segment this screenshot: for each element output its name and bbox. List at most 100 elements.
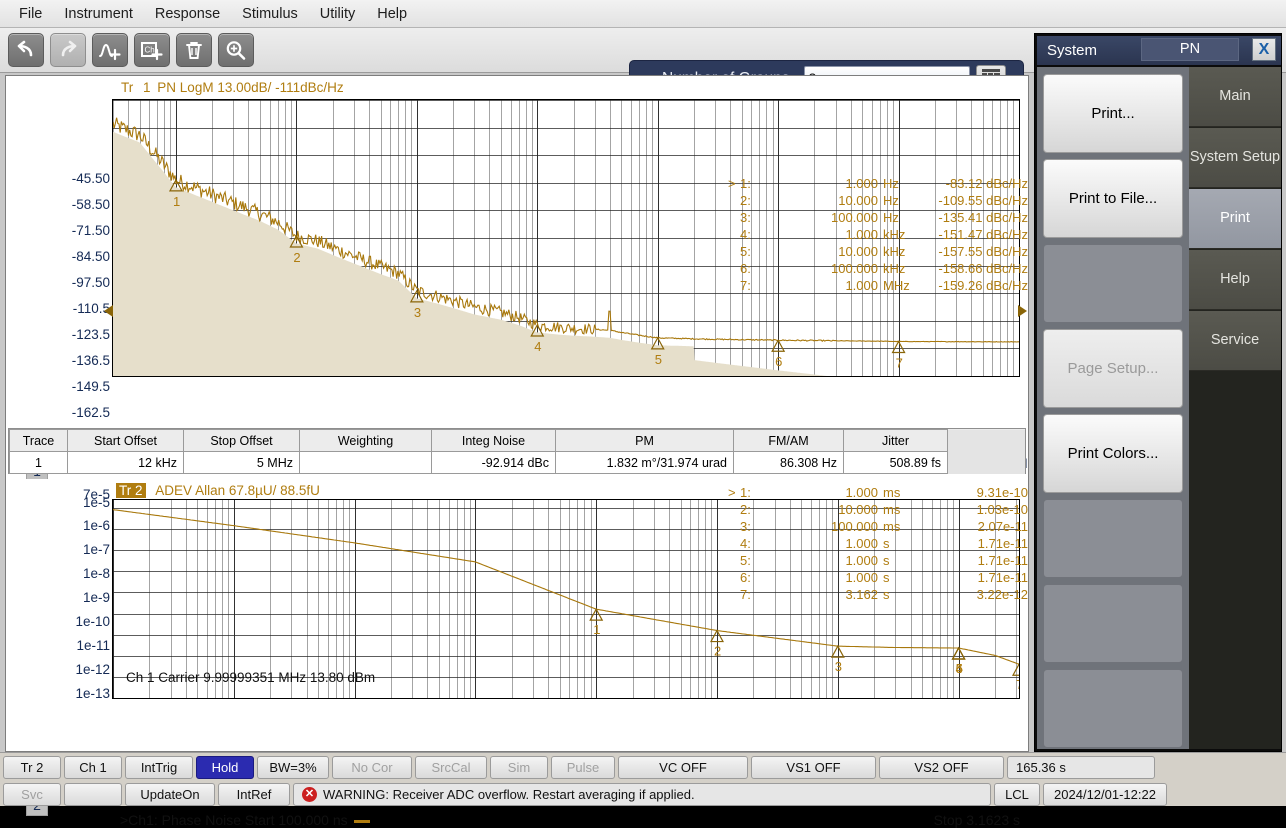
status-bandwidth[interactable]: BW=3% bbox=[257, 755, 329, 779]
status-svc[interactable]: Svc bbox=[3, 782, 61, 806]
chart2-marker-5-value: 1.000 bbox=[845, 553, 878, 568]
chart2-marker-1-amp: 9.31e-10 bbox=[976, 485, 1028, 500]
menu-item-utility[interactable]: Utility bbox=[309, 4, 366, 24]
add-trace-button[interactable] bbox=[92, 33, 128, 67]
table-row[interactable]: 1 12 kHz 5 MHz -92.914 dBc 1.832 m°/31.9… bbox=[9, 451, 1025, 474]
status-vs1[interactable]: VS1 OFF bbox=[751, 755, 876, 779]
tab-main[interactable]: Main bbox=[1189, 67, 1281, 127]
chart2-marker-2-value: 10.000 bbox=[838, 502, 878, 517]
undo-button[interactable] bbox=[8, 33, 44, 67]
chart-allan-deviation[interactable]: Tr 2 ADEV Allan 67.8µU/ 88.5fU 7e-5 1e-5… bbox=[6, 479, 1028, 828]
chart1-marker-5-value: 10.000 bbox=[838, 244, 878, 259]
chart2-marker-4-value: 1.000 bbox=[845, 536, 878, 551]
softkey-blank-4[interactable] bbox=[1043, 669, 1183, 748]
chart2-carrier-info: Ch 1 Carrier 9.99999351 MHz 13.80 dBm bbox=[126, 670, 376, 685]
zoom-button[interactable] bbox=[218, 33, 254, 67]
softkey-blank-1[interactable] bbox=[1043, 244, 1183, 323]
chart1-marker-row-2[interactable]: 2: 10.000 Hz -109.55 dBc/Hz bbox=[728, 193, 1028, 210]
menu-item-help[interactable]: Help bbox=[366, 4, 418, 24]
softkey-print[interactable]: Print... bbox=[1043, 74, 1183, 153]
svg-text:7: 7 bbox=[1016, 677, 1019, 692]
chart-phase-noise[interactable]: Tr 1 PN LogM 13.00dB/ -111dBc/Hz -45.50 … bbox=[6, 76, 1028, 496]
tab-service[interactable]: Service bbox=[1189, 311, 1281, 371]
chart1-y-axis: -45.50 -58.50 -71.50 -84.50 -97.50 -110.… bbox=[6, 76, 110, 445]
softkey-print-to-file[interactable]: Print to File... bbox=[1043, 159, 1183, 238]
chart2-marker-3-amp: 2.07e-11 bbox=[977, 519, 1028, 534]
status-hold[interactable]: Hold bbox=[196, 755, 254, 779]
chart2-trace-color-swatch bbox=[353, 819, 370, 823]
chart1-marker-row-4[interactable]: 4: 1.000 kHz -151.47 dBc/Hz bbox=[728, 227, 1028, 244]
chart2-marker-6-value: 1.000 bbox=[845, 570, 878, 585]
chart1-ytick-4: -97.50 bbox=[71, 275, 110, 290]
chart2-marker-row-4[interactable]: 4: 1.000 s 1.71e-11 bbox=[728, 536, 1028, 553]
chart1-marker-3-amp: -135.41 dBc/Hz bbox=[938, 210, 1028, 225]
status-row-bottom: Svc UpdateOn IntRef ✕ WARNING: Receiver … bbox=[0, 781, 1286, 807]
status-reference[interactable]: IntRef bbox=[218, 782, 290, 806]
status-trace[interactable]: Tr 2 bbox=[3, 755, 61, 779]
add-trace-icon bbox=[99, 43, 121, 60]
status-no-cor[interactable]: No Cor bbox=[332, 755, 412, 779]
softkey-blank-2[interactable] bbox=[1043, 499, 1183, 578]
status-bar: Tr 2 Ch 1 IntTrig Hold BW=3% No Cor SrcC… bbox=[0, 752, 1286, 806]
chart1-header-text: PN LogM 13.00dB/ -111dBc/Hz bbox=[157, 80, 344, 95]
chart2-marker-row-3[interactable]: 3: 100.000 ms 2.07e-11 bbox=[728, 519, 1028, 536]
menu-item-file[interactable]: File bbox=[8, 4, 53, 24]
status-vs2[interactable]: VS2 OFF bbox=[879, 755, 1004, 779]
chart2-marker-row-1[interactable]: > 1: 1.000 ms 9.31e-10 bbox=[728, 485, 1028, 502]
chart1-marker-1-index: 1: bbox=[740, 176, 751, 191]
menu-item-stimulus[interactable]: Stimulus bbox=[231, 4, 309, 24]
svg-text:2: 2 bbox=[714, 644, 721, 659]
svg-text:6: 6 bbox=[956, 661, 963, 676]
chart2-ytick-7: 1e-11 bbox=[76, 638, 110, 653]
status-trigger[interactable]: IntTrig bbox=[125, 755, 193, 779]
chart2-marker-row-6[interactable]: 6: 1.000 s 1.71e-11 bbox=[728, 570, 1028, 587]
softkey-panel: System PN X Print... Print to File... Pa… bbox=[1034, 33, 1282, 752]
softkey-print-colors[interactable]: Print Colors... bbox=[1043, 414, 1183, 493]
menu-item-instrument[interactable]: Instrument bbox=[53, 4, 144, 24]
chart1-marker-row-3[interactable]: 3: 100.000 Hz -135.41 dBc/Hz bbox=[728, 210, 1028, 227]
integrated-noise-table[interactable]: Trace Start Offset Stop Offset Weighting… bbox=[8, 428, 1026, 474]
chart2-marker-row-5[interactable]: 5: 1.000 s 1.71e-11 bbox=[728, 553, 1028, 570]
tab-system-setup[interactable]: System Setup bbox=[1189, 128, 1281, 188]
status-update[interactable]: UpdateOn bbox=[125, 782, 215, 806]
chart2-marker-row-2[interactable]: 2: 10.000 ms 1.03e-10 bbox=[728, 502, 1028, 519]
chart2-marker-2-amp: 1.03e-10 bbox=[976, 502, 1028, 517]
chart1-ref-arrow-left bbox=[104, 305, 113, 317]
tab-help[interactable]: Help bbox=[1189, 250, 1281, 310]
softkey-page-setup[interactable]: Page Setup... bbox=[1043, 329, 1183, 408]
status-pulse[interactable]: Pulse bbox=[551, 755, 615, 779]
chart1-marker-1-value: 1.000 bbox=[845, 176, 878, 191]
chart1-ytick-3: -84.50 bbox=[71, 249, 110, 264]
chart2-marker-7-value: 3.162 bbox=[845, 587, 878, 602]
noise-table-header-row: Trace Start Offset Stop Offset Weighting… bbox=[9, 429, 1025, 452]
chart2-footer-left: >Ch1: Phase Noise Start 100.000 ns bbox=[120, 812, 370, 828]
chart1-marker-5-amp: -157.55 dBc/Hz bbox=[938, 244, 1028, 259]
add-channel-button[interactable]: Ch bbox=[134, 33, 170, 67]
softkey-blank-3[interactable] bbox=[1043, 584, 1183, 663]
chart1-marker-row-5[interactable]: 5: 10.000 kHz -157.55 dBc/Hz bbox=[728, 244, 1028, 261]
status-lcl[interactable]: LCL bbox=[994, 782, 1040, 806]
chart2-marker-row-7[interactable]: 7: 3.162 s 3.22e-12 bbox=[728, 587, 1028, 604]
chart1-marker-row-1[interactable]: > 1: 1.000 Hz -83.12 dBc/Hz bbox=[728, 176, 1028, 193]
delete-button[interactable] bbox=[176, 33, 212, 67]
chart2-marker-1-value: 1.000 bbox=[845, 485, 878, 500]
noise-cell-pm: 1.832 m°/31.974 urad bbox=[555, 451, 734, 474]
chart2-marker-3-index: 3: bbox=[740, 519, 751, 534]
chart1-ytick-1: -58.50 bbox=[71, 197, 110, 212]
chart1-marker-row-7[interactable]: 7: 1.000 MHz -159.26 dBc/Hz bbox=[728, 278, 1028, 295]
svg-text:7: 7 bbox=[896, 356, 903, 371]
svg-text:5: 5 bbox=[655, 352, 662, 367]
menu-item-response[interactable]: Response bbox=[144, 4, 231, 24]
measurement-mode-badge[interactable]: PN bbox=[1141, 38, 1239, 61]
status-vc[interactable]: VC OFF bbox=[618, 755, 748, 779]
status-srccal[interactable]: SrcCal bbox=[415, 755, 487, 779]
close-icon[interactable]: X bbox=[1252, 38, 1276, 61]
tab-print[interactable]: Print bbox=[1189, 189, 1281, 249]
redo-button[interactable] bbox=[50, 33, 86, 67]
status-sim[interactable]: Sim bbox=[490, 755, 548, 779]
chart1-marker-row-6[interactable]: 6: 100.000 kHz -158.66 dBc/Hz bbox=[728, 261, 1028, 278]
status-blank[interactable] bbox=[64, 782, 122, 806]
status-channel[interactable]: Ch 1 bbox=[64, 755, 122, 779]
chart1-ref-arrow-right bbox=[1018, 305, 1027, 317]
noise-col-start-offset: Start Offset bbox=[67, 429, 184, 452]
